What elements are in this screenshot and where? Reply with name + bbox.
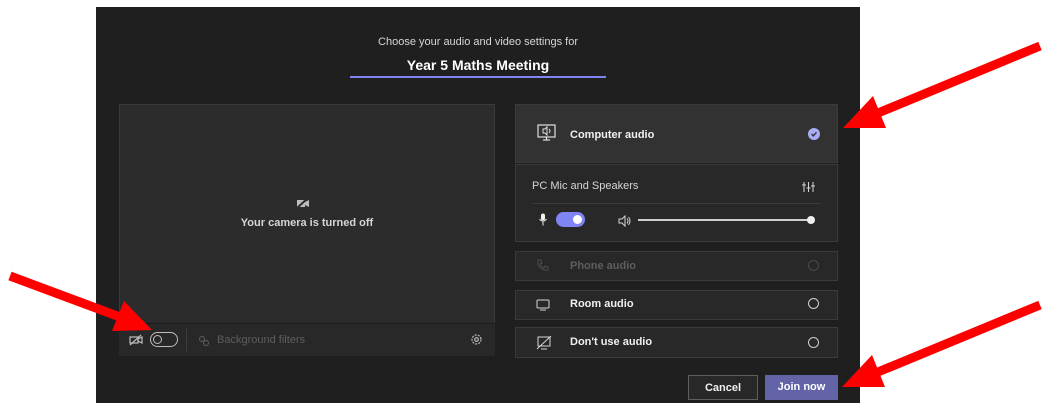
- red-arrow-camera-toggle: [8, 271, 152, 331]
- red-arrow-join-now: [842, 300, 1042, 387]
- red-arrow-computer-audio: [843, 41, 1042, 128]
- annotation-arrows: [8, 41, 1042, 387]
